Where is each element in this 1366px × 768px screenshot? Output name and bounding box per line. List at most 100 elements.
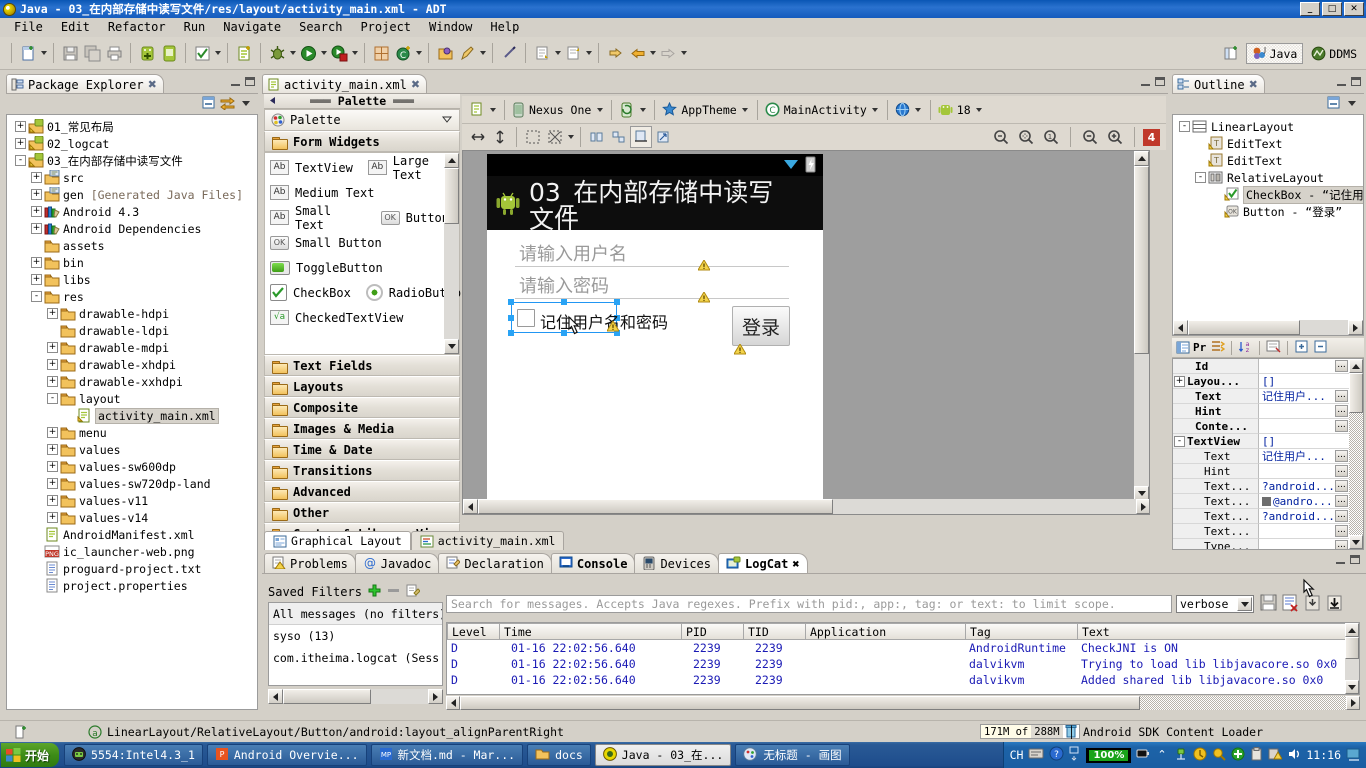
- menu-refactor[interactable]: Refactor: [99, 18, 175, 36]
- logcat-scroll-up[interactable]: [1345, 623, 1359, 637]
- minimize-panel-icon[interactable]: [1336, 555, 1345, 564]
- tree-item-drawable-xxhdpi[interactable]: + drawable-xxhdpi: [9, 373, 257, 390]
- palette-group-form-widgets[interactable]: Form Widgets: [264, 131, 460, 152]
- property-value-cell[interactable]: ...: [1259, 464, 1349, 479]
- locale-dropdown-arrow[interactable]: [914, 99, 923, 121]
- property-row[interactable]: Hint...: [1173, 464, 1349, 479]
- warning-tray-icon[interactable]: [1268, 747, 1284, 764]
- tree-item-res[interactable]: - res: [9, 288, 257, 305]
- activity-dropdown-arrow[interactable]: [871, 99, 880, 121]
- menu-search[interactable]: Search: [290, 18, 351, 36]
- property-editor-button[interactable]: ...: [1335, 465, 1348, 477]
- tab-activity-main-xml[interactable]: activity_main.xml ✖: [262, 74, 428, 94]
- run-icon[interactable]: [297, 42, 319, 64]
- property-value-cell[interactable]: ...: [1259, 404, 1349, 419]
- property-editor-button[interactable]: ...: [1335, 480, 1348, 492]
- avd-manager-icon[interactable]: [158, 42, 180, 64]
- clipboard-icon[interactable]: [1250, 746, 1263, 764]
- tree-item-proguard-project-txt[interactable]: proguard-project.txt: [9, 560, 257, 577]
- filters-hscrollbar[interactable]: [268, 689, 443, 704]
- properties-vscrollbar[interactable]: [1349, 359, 1363, 549]
- property-editor-button[interactable]: ...: [1335, 540, 1348, 549]
- resize-handle-tl[interactable]: [508, 299, 514, 305]
- tree-item-02_logcat[interactable]: +02_logcat: [9, 135, 257, 152]
- property-row[interactable]: Type......: [1173, 539, 1349, 549]
- logcat-table[interactable]: Level Time PID TID Application Tag Text D 01-16…: [446, 622, 1360, 695]
- tree-expander[interactable]: +: [31, 257, 42, 268]
- tree-item-androidmanifest-xml[interactable]: AndroidManifest.xml: [9, 526, 257, 543]
- palette-scroll-thumb[interactable]: [444, 168, 459, 224]
- canvas-hscrollbar[interactable]: [463, 499, 1149, 514]
- saved-filter-item[interactable]: All messages (no filters): [269, 603, 442, 625]
- close-icon[interactable]: ✖: [1249, 78, 1258, 91]
- tree-item-libs[interactable]: + libs: [9, 271, 257, 288]
- canvas-scroll-up[interactable]: [1134, 151, 1149, 166]
- close-button[interactable]: ✕: [1344, 2, 1364, 16]
- android-sdk-manager-icon[interactable]: [136, 42, 158, 64]
- taskbar-item--[interactable]: 无标题 - 画图: [735, 744, 850, 766]
- zoom-out-icon[interactable]: [1079, 126, 1101, 148]
- align-baseline-icon[interactable]: [630, 126, 652, 148]
- tab-problems[interactable]: Problems: [264, 553, 356, 574]
- property-editor-button[interactable]: ...: [1335, 405, 1348, 417]
- tab-graphical-layout[interactable]: Graphical Layout: [264, 531, 411, 550]
- edit-filter-icon[interactable]: [406, 584, 421, 600]
- tree-expander[interactable]: +: [47, 478, 58, 489]
- collapse-all-icon[interactable]: [1313, 339, 1328, 357]
- tree-item-activity_main-xml[interactable]: activity_main.xml: [9, 407, 257, 424]
- palette-scrollbar[interactable]: [444, 153, 459, 354]
- palette-menu-icon[interactable]: [441, 113, 453, 128]
- new-android-xml-icon[interactable]: [370, 42, 392, 64]
- maximize-panel-icon[interactable]: [1351, 77, 1361, 86]
- tree-expander[interactable]: +: [47, 444, 58, 455]
- tree-item-assets[interactable]: assets: [9, 237, 257, 254]
- menu-help[interactable]: Help: [481, 18, 528, 36]
- properties-table[interactable]: Id... + Layou...[] Text 记住用户...... Hint... Con…: [1173, 359, 1349, 549]
- log-table-rows[interactable]: D 01-16 22:02:56.640 2239 2239 AndroidRuntim…: [447, 640, 1359, 688]
- property-row[interactable]: - TextView[]: [1173, 434, 1349, 449]
- maximize-button[interactable]: □: [1322, 2, 1342, 16]
- taskbar-item-5554-int[interactable]: 5554:Intel4.3_1: [64, 744, 203, 766]
- heap-status[interactable]: 171M of 288M: [980, 724, 1080, 739]
- outline-hscroll-thumb[interactable]: [1188, 320, 1300, 335]
- username-field-hint[interactable]: 请输入用户名: [519, 240, 627, 266]
- new-dropdown-arrow[interactable]: [39, 42, 48, 64]
- last-edit-location-icon[interactable]: [604, 42, 626, 64]
- search-tray-icon[interactable]: [1212, 747, 1227, 764]
- back-icon[interactable]: [626, 42, 648, 64]
- resize-handle-tc[interactable]: [561, 299, 567, 305]
- tree-expander[interactable]: +: [31, 223, 42, 234]
- log-table-header[interactable]: Level Time PID TID Application Tag Text: [447, 623, 1359, 640]
- view-menu-icon[interactable]: [1345, 96, 1359, 113]
- property-value-cell[interactable]: 记住用户......: [1259, 449, 1349, 464]
- log-row[interactable]: D 01-16 22:02:56.640 2239 2239 dalvikvm Tryin…: [447, 656, 1359, 672]
- tree-expander[interactable]: +: [31, 172, 42, 183]
- menu-file[interactable]: File: [5, 18, 52, 36]
- bottom-view-tabs[interactable]: Problems @ Javadoc Declaration Console Device…: [264, 552, 808, 574]
- config-theme[interactable]: AppTheme: [660, 98, 751, 122]
- expand-all-icon[interactable]: [1294, 339, 1309, 357]
- menu-edit[interactable]: Edit: [52, 18, 99, 36]
- show-all-properties-icon[interactable]: [1210, 339, 1226, 357]
- config-api-level[interactable]: 18: [936, 98, 986, 122]
- theme-dropdown-arrow[interactable]: [741, 99, 750, 121]
- maximize-panel-icon[interactable]: [1350, 555, 1360, 564]
- start-button[interactable]: 开始: [1, 743, 60, 767]
- tree-item-01_常见布局[interactable]: +01_常见布局: [9, 118, 257, 135]
- property-value-cell[interactable]: ?android......: [1259, 479, 1349, 494]
- link-with-editor-icon[interactable]: [220, 95, 235, 113]
- canvas-hscroll-thumb[interactable]: [478, 499, 833, 514]
- outline-tree[interactable]: - LinearLayout T EditText T EditText - Relative…: [1173, 115, 1363, 220]
- tree-item-layout[interactable]: - layout: [9, 390, 257, 407]
- config-orientation[interactable]: [617, 98, 649, 122]
- collapse-all-icon[interactable]: [201, 95, 216, 113]
- tree-item-drawable-xhdpi[interactable]: + drawable-xhdpi: [9, 356, 257, 373]
- ime-indicator[interactable]: CH: [1010, 748, 1024, 762]
- palette-item-medium-text[interactable]: Ab Medium Text: [270, 185, 374, 200]
- property-editor-button[interactable]: ...: [1335, 525, 1348, 537]
- menu-run[interactable]: Run: [175, 18, 215, 36]
- canvas-scroll-left[interactable]: [463, 499, 478, 514]
- property-row[interactable]: Text... ?android......: [1173, 509, 1349, 524]
- logcat-scroll-right[interactable]: [1346, 696, 1360, 710]
- view-menu-icon[interactable]: [239, 96, 253, 113]
